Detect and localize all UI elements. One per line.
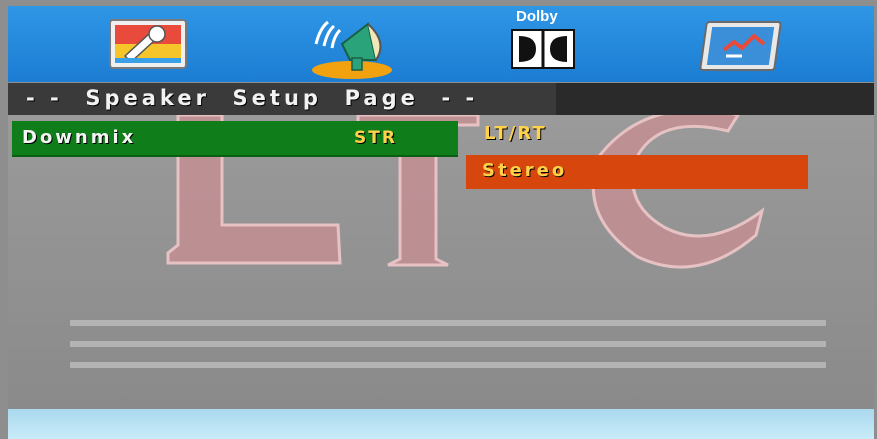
decorative-line [70, 320, 826, 326]
menu-item-value: STR [354, 128, 397, 148]
menu-item-label: Downmix [22, 127, 137, 148]
help-bar [8, 409, 874, 439]
dolby-setup-icon[interactable]: Dolby [504, 8, 584, 76]
option-stereo-label: Stereo [482, 160, 568, 181]
speaker-setup-icon[interactable] [298, 14, 402, 79]
page-title: - - Speaker Setup Page - - [26, 86, 479, 110]
title-bar-shade [556, 83, 874, 115]
decorative-line [70, 341, 826, 347]
osd-screen: Dolby - - Speaker Setup Page - - Downmix… [0, 0, 877, 439]
page-title-bar: - - Speaker Setup Page - - [8, 83, 874, 115]
settings-panel: Downmix STR LT/RT Stereo [8, 115, 874, 409]
preference-setup-icon[interactable] [698, 14, 790, 76]
option-lt-rt[interactable]: LT/RT [484, 123, 547, 144]
decorative-line [70, 362, 826, 368]
general-setup-icon[interactable] [105, 14, 191, 76]
menu-item-downmix[interactable]: Downmix STR [12, 121, 458, 157]
setup-category-bar: Dolby [8, 6, 874, 82]
option-stereo[interactable]: Stereo [466, 155, 808, 189]
